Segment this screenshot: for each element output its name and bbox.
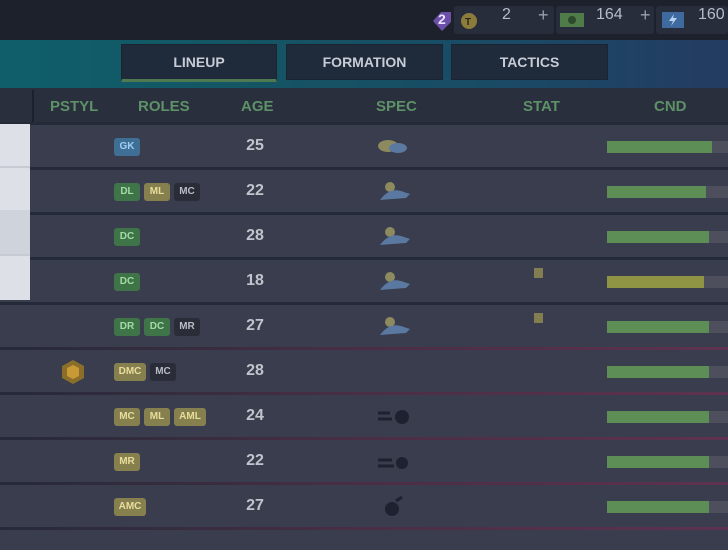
role-badge: DC xyxy=(114,273,140,291)
cash-bill-icon xyxy=(560,13,584,27)
player-row[interactable]: MC ML AML 24 xyxy=(0,395,728,438)
condition-bar xyxy=(607,456,728,468)
energy-value: 160 xyxy=(698,6,725,23)
tab-lineup[interactable]: LINEUP xyxy=(121,44,277,82)
row-separator xyxy=(0,527,728,530)
role-badge: MC xyxy=(114,408,140,426)
yellow-card-icon xyxy=(534,268,543,278)
player-row[interactable]: DMC MC 28 xyxy=(0,350,728,393)
player-row[interactable]: AMC 27 xyxy=(0,485,728,528)
player-row[interactable]: GK 25 xyxy=(0,125,728,168)
notification-count: 2 xyxy=(438,11,446,27)
tab-formation[interactable]: FORMATION xyxy=(286,44,443,80)
role-badge: ML xyxy=(144,408,170,426)
tackle-slide-icon xyxy=(376,180,412,209)
role-badge: DL xyxy=(114,183,140,201)
yellow-card-icon xyxy=(534,313,543,323)
header-roles[interactable]: ROLES xyxy=(138,98,190,115)
role-badge: AML xyxy=(174,408,206,426)
condition-bar xyxy=(607,411,728,423)
tokens-add-button[interactable]: + xyxy=(538,5,549,26)
condition-bar xyxy=(607,186,728,198)
player-age: 22 xyxy=(246,182,264,199)
role-badge: MC xyxy=(174,183,200,201)
role-badge: MR xyxy=(174,318,200,336)
condition-bar xyxy=(607,366,728,378)
player-age: 27 xyxy=(246,317,264,334)
role-badge: MC xyxy=(150,363,176,381)
condition-bar xyxy=(607,276,728,288)
player-row[interactable]: DC 28 xyxy=(0,215,728,258)
player-age: 28 xyxy=(246,227,264,244)
player-age: 28 xyxy=(246,362,264,379)
player-row[interactable]: DC 18 xyxy=(0,260,728,303)
svg-text:T: T xyxy=(465,17,471,28)
player-name-panel[interactable] xyxy=(0,124,30,300)
header-age[interactable]: AGE xyxy=(241,98,274,115)
player-row[interactable]: DR DC MR 27 xyxy=(0,305,728,348)
condition-fill xyxy=(607,186,706,198)
role-badge: DR xyxy=(114,318,140,336)
player-row[interactable]: MR 22 xyxy=(0,440,728,483)
header-pstyl[interactable]: PSTYL xyxy=(50,98,98,115)
role-badge: DMC xyxy=(114,363,146,381)
tab-tactics[interactable]: TACTICS xyxy=(451,44,608,80)
role-badge: AMC xyxy=(114,498,146,516)
condition-fill xyxy=(607,456,709,468)
condition-bar xyxy=(607,501,728,513)
tokens-value: 2 xyxy=(502,6,511,23)
player-age: 27 xyxy=(246,497,264,514)
header-cnd[interactable]: CND xyxy=(654,98,687,115)
column-divider xyxy=(32,90,34,122)
header-stat[interactable]: STAT xyxy=(523,98,560,115)
condition-fill xyxy=(607,321,709,333)
player-age: 24 xyxy=(246,407,264,424)
player-age: 25 xyxy=(246,137,264,154)
cash-add-button[interactable]: + xyxy=(640,5,651,26)
header-spec[interactable]: SPEC xyxy=(376,98,417,115)
role-badge: GK xyxy=(114,138,140,156)
cash-value: 164 xyxy=(596,6,623,23)
player-row[interactable]: DL ML MC 22 xyxy=(0,170,728,213)
ball-icon xyxy=(376,495,412,524)
condition-fill xyxy=(607,276,704,288)
tackle-slide-icon xyxy=(376,315,412,344)
lightning-card-icon xyxy=(662,12,684,28)
condition-bar xyxy=(607,321,728,333)
role-badge: DC xyxy=(144,318,170,336)
tackle-slide-icon xyxy=(376,225,412,254)
tackle-slide-icon xyxy=(376,270,412,299)
gloves-icon xyxy=(376,135,410,162)
tab-bar: LINEUP FORMATION TACTICS xyxy=(0,40,728,88)
top-currency-bar: 2 T 2 + 164 + 160 xyxy=(0,0,728,40)
role-badge: ML xyxy=(144,183,170,201)
condition-fill xyxy=(607,366,709,378)
player-row-partial[interactable] xyxy=(0,530,728,550)
condition-bar xyxy=(607,141,728,153)
role-badge: DC xyxy=(114,228,140,246)
playstyle-badge-icon[interactable] xyxy=(60,359,86,390)
condition-fill xyxy=(607,411,709,423)
condition-fill xyxy=(607,501,709,513)
role-badge: MR xyxy=(114,453,140,471)
column-headers: PSTYL ROLES AGE SPEC STAT CND xyxy=(0,88,728,124)
player-age: 22 xyxy=(246,452,264,469)
condition-fill xyxy=(607,231,709,243)
speed-icon xyxy=(376,450,412,479)
player-age: 18 xyxy=(246,272,264,289)
token-coin-icon: T xyxy=(461,13,477,29)
condition-bar xyxy=(607,231,728,243)
condition-fill xyxy=(607,141,712,153)
dribble-icon xyxy=(376,405,412,434)
